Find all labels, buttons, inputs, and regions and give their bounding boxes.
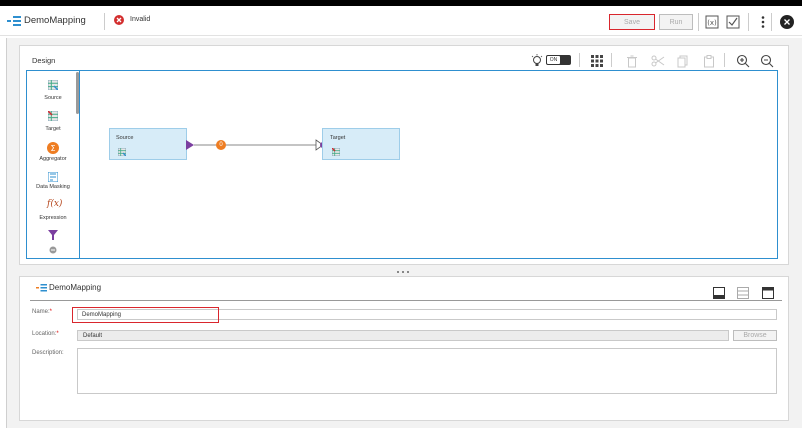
description-label: Description:	[32, 350, 64, 356]
palette-item-aggregator[interactable]: Σ Aggregator	[27, 142, 79, 168]
location-label: Location:*	[32, 331, 59, 337]
mapping-title: DemoMapping	[24, 15, 86, 26]
validate-icon[interactable]	[725, 14, 741, 30]
header-divider	[698, 13, 699, 31]
palette-label: Source	[44, 95, 62, 101]
delete-icon[interactable]	[624, 53, 640, 69]
panel-layout-bottom-icon[interactable]	[711, 285, 727, 301]
design-title: Design	[32, 56, 56, 65]
toggle-label: ON	[547, 56, 560, 64]
name-field[interactable]: DemoMapping	[72, 307, 219, 323]
palette-label: Expression	[39, 215, 67, 221]
browse-button[interactable]: Browse	[733, 330, 777, 341]
toggle-switch[interactable]: ON	[546, 55, 571, 65]
grid-layout-icon[interactable]	[589, 53, 605, 69]
target-icon	[332, 148, 340, 156]
header-divider	[771, 13, 772, 31]
palette-item-data-masking[interactable]: Data Masking	[27, 172, 79, 198]
link-badge[interactable]: 0	[216, 140, 226, 150]
target-node[interactable]: Target	[322, 128, 400, 160]
source-node-label: Source	[116, 135, 134, 141]
save-button[interactable]: Save	[609, 14, 655, 30]
paste-icon[interactable]	[701, 53, 717, 69]
target-node-label: Target	[330, 135, 346, 141]
target-icon	[48, 111, 58, 121]
header-divider	[748, 13, 749, 31]
mapping-icon	[7, 16, 21, 26]
window-left-border	[6, 38, 7, 428]
cut-icon[interactable]	[650, 53, 666, 69]
header-divider	[104, 13, 105, 30]
copy-icon[interactable]	[675, 53, 691, 69]
run-button[interactable]: Run	[659, 14, 693, 30]
mapping-link[interactable]	[186, 138, 326, 152]
zoom-in-icon[interactable]	[735, 53, 751, 69]
panel-splitter-handle[interactable]	[396, 270, 410, 274]
svg-text:(x): (x)	[707, 19, 717, 27]
close-icon[interactable]	[779, 14, 795, 30]
more-menu-icon[interactable]	[755, 14, 771, 30]
aggregator-icon: Σ	[47, 142, 59, 154]
filter-icon[interactable]	[48, 230, 58, 240]
svg-text:Σ: Σ	[50, 144, 55, 153]
toolbar-divider	[724, 53, 725, 67]
palette-label: Aggregator	[39, 156, 67, 162]
zoom-out-icon[interactable]	[759, 53, 775, 69]
location-field[interactable]: Default	[77, 330, 729, 341]
error-icon	[114, 15, 124, 25]
source-icon	[118, 148, 126, 156]
lightbulb-icon[interactable]	[529, 53, 545, 69]
status-text: Invalid	[130, 16, 151, 23]
palette-item-target[interactable]: Target	[27, 111, 79, 137]
parameters-icon[interactable]: (x)	[704, 14, 720, 30]
palette-label: Data Masking	[36, 184, 70, 190]
palette-label: Target	[45, 126, 61, 132]
expression-icon: f(x)	[47, 199, 63, 209]
panel-layout-split-icon[interactable]	[735, 285, 751, 301]
toolbar-divider	[579, 53, 580, 67]
source-icon	[48, 80, 58, 90]
description-field[interactable]	[77, 348, 777, 394]
panel-layout-top-icon[interactable]	[760, 285, 776, 301]
source-node[interactable]: Source	[109, 128, 187, 160]
data-masking-icon	[48, 172, 58, 182]
palette-more-icon[interactable]	[49, 246, 57, 254]
properties-divider	[30, 300, 782, 301]
mapping-icon	[36, 284, 47, 292]
palette-item-expression[interactable]: f(x) Expression	[27, 199, 79, 227]
properties-title: DemoMapping	[49, 283, 102, 292]
toolbar-divider	[611, 53, 612, 67]
mapping-canvas[interactable]	[26, 70, 778, 259]
name-label: Name:*	[32, 309, 53, 315]
palette-item-source[interactable]: Source	[27, 80, 79, 106]
